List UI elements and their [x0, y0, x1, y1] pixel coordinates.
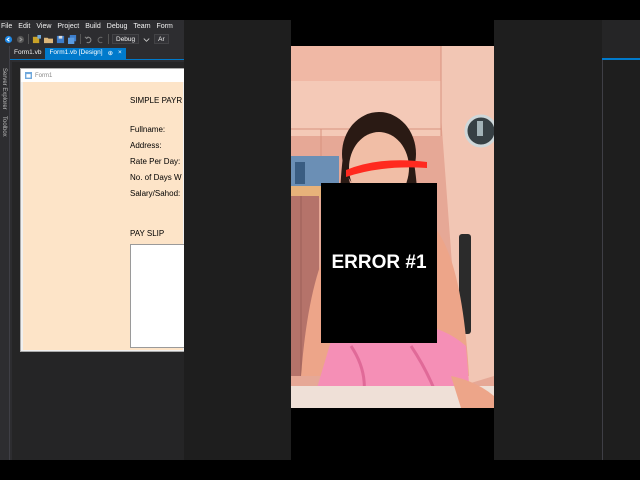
label-salary: Salary/Sahod: [130, 189, 181, 198]
save-icon[interactable] [56, 35, 65, 44]
menu-edit[interactable]: Edit [18, 23, 35, 30]
pin-icon[interactable]: ⊕ [108, 49, 113, 58]
video-letterbox-bottom [291, 408, 494, 460]
right-panel-header [602, 20, 640, 60]
right-tool-panel [602, 20, 640, 460]
toolbar-separator [108, 34, 109, 44]
tab-form1-design-label: Form1.vb [Design] [49, 49, 103, 56]
error-overlay: ERROR #1 [321, 183, 437, 343]
form-icon [25, 72, 32, 79]
menu-build[interactable]: Build [85, 23, 106, 30]
tab-underline [10, 59, 190, 60]
platform-dropdown[interactable]: Ar [154, 34, 169, 44]
tab-form1-code[interactable]: Form1.vb [10, 48, 45, 59]
video-letterbox-top [291, 20, 494, 46]
back-icon[interactable] [4, 35, 13, 44]
screen-top-letterbox [0, 0, 640, 20]
toolbar-separator [28, 34, 29, 44]
tab-form1-design[interactable]: Form1.vb [Design] ⊕ × [45, 48, 126, 59]
chevron-down-icon[interactable] [142, 35, 151, 44]
label-days-worked: No. of Days W [130, 173, 182, 182]
undo-icon[interactable] [84, 35, 93, 44]
server-explorer-tab[interactable]: Server Explorer [1, 68, 7, 110]
menu-team[interactable]: Team [133, 23, 155, 30]
open-folder-icon[interactable] [44, 35, 53, 44]
menu-file[interactable]: File [1, 23, 17, 30]
menu-bar: File Edit View Project Build Debug Team … [0, 20, 190, 32]
toolbar: Debug Ar [0, 32, 190, 46]
form-titlebar: Form1 [21, 69, 184, 82]
label-rate-per-day: Rate Per Day: [130, 157, 181, 166]
menu-format[interactable]: Form [157, 23, 178, 30]
side-panel-strip: Server Explorer Toolbox [0, 46, 10, 460]
screen-frame: File Edit View Project Build Debug Team … [0, 20, 640, 460]
document-tabs: Form1.vb Form1.vb [Design] ⊕ × [10, 48, 190, 59]
payslip-textbox[interactable] [130, 244, 190, 348]
menu-project[interactable]: Project [57, 23, 84, 30]
toolbox-tab[interactable]: Toolbox [1, 116, 7, 137]
error-label: ERROR #1 [331, 252, 427, 273]
form-body: SIMPLE PAYR Fullname: Address: Rate Per … [23, 82, 190, 350]
label-fullname: Fullname: [130, 125, 166, 134]
form-title: Form1 [35, 72, 53, 79]
menu-view[interactable]: View [36, 23, 56, 30]
windows-form[interactable]: Form1 SIMPLE PAYR Fullname: Address: Rat… [20, 68, 190, 352]
forward-icon[interactable] [16, 35, 25, 44]
toolbar-separator [80, 34, 81, 44]
configuration-dropdown[interactable]: Debug [112, 34, 140, 44]
form-heading: SIMPLE PAYR [130, 96, 183, 105]
save-all-icon[interactable] [68, 34, 77, 44]
form-designer: Form1 SIMPLE PAYR Fullname: Address: Rat… [12, 62, 190, 460]
redo-icon[interactable] [96, 35, 105, 44]
screen-bottom-letterbox [0, 460, 640, 480]
new-project-icon[interactable] [32, 34, 41, 44]
close-icon[interactable]: × [118, 49, 122, 58]
label-address: Address: [130, 141, 162, 150]
label-pay-slip: PAY SLIP [130, 229, 165, 238]
menu-debug[interactable]: Debug [107, 23, 133, 30]
